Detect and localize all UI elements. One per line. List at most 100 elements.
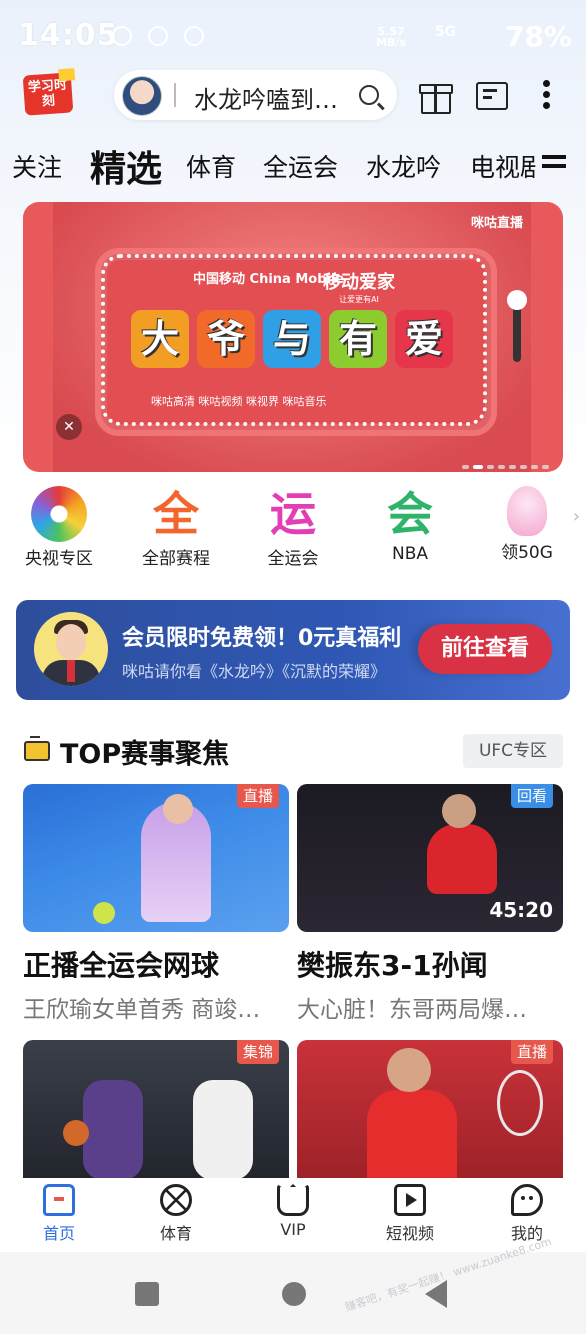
player-head bbox=[163, 794, 193, 824]
category-label: 全部赛程 bbox=[142, 549, 210, 569]
ufc-zone-link[interactable]: UFC专区 bbox=[463, 734, 563, 768]
promo-avatar bbox=[34, 612, 108, 686]
card-thumbnail: 集锦 bbox=[23, 1040, 289, 1178]
tab-national-games[interactable]: 全运会 bbox=[263, 148, 338, 184]
card-thumbnail: 直播 bbox=[297, 1040, 563, 1178]
nav-label: VIP bbox=[280, 1220, 306, 1239]
mute-icon[interactable]: ✕ bbox=[56, 414, 82, 440]
more-menu-icon[interactable] bbox=[540, 78, 574, 112]
card-title: 樊振东3-1孙闻 bbox=[297, 949, 488, 982]
banner-brand-left: 中国移动 China Mobile bbox=[193, 272, 345, 287]
player-figure bbox=[367, 1090, 457, 1178]
network-speed: 5.57 MB/s bbox=[376, 26, 406, 48]
category-label: NBA bbox=[391, 544, 428, 564]
badminton-racket bbox=[497, 1070, 543, 1136]
timer-icon bbox=[184, 26, 204, 46]
recent-apps-button[interactable] bbox=[135, 1282, 159, 1306]
banner-tile: 爷 bbox=[197, 310, 255, 368]
category-schedule[interactable]: 全 全部赛程 bbox=[126, 486, 226, 569]
logo-flag-icon bbox=[58, 68, 76, 82]
player-head bbox=[442, 794, 476, 828]
nav-home[interactable]: 首页 bbox=[19, 1184, 99, 1244]
banner-partners: 咪咕高清 咪咕视频 咪视界 咪咕音乐 bbox=[151, 395, 327, 408]
vip-icon bbox=[277, 1184, 309, 1216]
banner-slider-knob bbox=[507, 290, 527, 310]
short-video-icon bbox=[394, 1184, 426, 1216]
banner-tile: 与 bbox=[263, 310, 321, 368]
event-card[interactable]: 回看 45:20 樊振东3-1孙闻 大心脏！东哥两局爆… bbox=[297, 784, 563, 1024]
player-figure bbox=[193, 1080, 253, 1178]
search-input[interactable]: 水龙吟嗑到… bbox=[194, 80, 354, 115]
player-figure bbox=[427, 824, 497, 894]
video-duration: 45:20 bbox=[489, 898, 553, 922]
tab-shui-long-yin[interactable]: 水龙吟 bbox=[366, 148, 441, 184]
signal-label: 5G bbox=[434, 24, 456, 40]
nba-icon: 会 bbox=[387, 487, 433, 541]
battery-level: 78% bbox=[504, 20, 572, 53]
alarm-icon bbox=[112, 26, 132, 46]
tab-featured[interactable]: 精选 bbox=[90, 140, 162, 192]
banner-tile: 大 bbox=[131, 310, 189, 368]
category-data-50g[interactable]: 领50G bbox=[477, 486, 577, 563]
category-national-games[interactable]: 运 全运会 bbox=[243, 486, 343, 569]
card-thumbnail: 直播 bbox=[23, 784, 289, 932]
nav-vip[interactable]: VIP bbox=[253, 1184, 333, 1239]
nav-label: 体育 bbox=[159, 1224, 192, 1243]
logo-text: 学习时刻 bbox=[27, 77, 68, 110]
net-speed-unit: MB/s bbox=[376, 36, 406, 49]
nav-sports[interactable]: 体育 bbox=[136, 1184, 216, 1244]
gift-icon[interactable] bbox=[418, 78, 453, 114]
highlights-badge: 集锦 bbox=[236, 1040, 279, 1064]
hero-banner[interactable]: 咪咕直播 中国移动 China Mobile 移动爱家 让爱更有AI 大 爷 与 … bbox=[23, 202, 563, 472]
banner-tile: 爱 bbox=[395, 310, 453, 368]
nav-profile[interactable]: 我的 bbox=[487, 1184, 567, 1244]
tab-follow[interactable]: 关注 bbox=[12, 148, 62, 184]
event-card[interactable]: 直播 bbox=[297, 1040, 563, 1178]
national-games-icon: 运 bbox=[270, 487, 316, 541]
tab-sports[interactable]: 体育 bbox=[186, 148, 236, 184]
search-divider bbox=[174, 83, 176, 107]
card-subtitle: 王欣瑜女单首秀 商竣… bbox=[23, 997, 261, 1023]
chevron-right-icon[interactable]: › bbox=[573, 506, 580, 527]
nav-label: 首页 bbox=[42, 1224, 75, 1243]
nav-short-video[interactable]: 短视频 bbox=[370, 1184, 450, 1244]
message-icon[interactable] bbox=[474, 78, 508, 112]
tennis-ball bbox=[93, 902, 115, 924]
player-figure bbox=[83, 1080, 143, 1178]
category-label: 全运会 bbox=[267, 549, 319, 569]
tv-icon bbox=[24, 736, 50, 761]
card-subtitle: 大心脏！东哥两局爆… bbox=[297, 997, 527, 1023]
home-icon bbox=[43, 1184, 75, 1216]
system-nav-bar: 赚客吧，有奖一起赚！ www.zuanke8.com bbox=[0, 1235, 586, 1334]
home-button[interactable] bbox=[282, 1282, 306, 1306]
category-cctv[interactable]: 央视专区 bbox=[9, 486, 109, 569]
event-card[interactable]: 直播 正播全运会网球 王欣瑜女单首秀 商竣… bbox=[23, 784, 289, 1024]
brand-right-text: 移动爱家 bbox=[323, 272, 395, 293]
section-title: TOP赛事聚焦 bbox=[60, 739, 230, 770]
profile-icon bbox=[511, 1184, 543, 1216]
tab-tv-series[interactable]: 电视剧 bbox=[470, 148, 536, 184]
status-bar: 14:05 5.57 MB/s 5G 78% bbox=[0, 0, 586, 72]
card-thumbnail: 回看 45:20 bbox=[297, 784, 563, 932]
avatar[interactable] bbox=[122, 76, 162, 116]
basketball-icon bbox=[160, 1184, 192, 1216]
promo-view-button[interactable]: 前往查看 bbox=[418, 624, 552, 674]
banner-brand-right: 移动爱家 让爱更有AI bbox=[323, 268, 395, 305]
category-label: 央视专区 bbox=[25, 549, 93, 569]
channel-tabs: 关注 精选 体育 全运会 水龙吟 电视剧 bbox=[0, 140, 586, 190]
mascot-icon bbox=[507, 486, 547, 536]
event-card[interactable]: 集锦 bbox=[23, 1040, 289, 1178]
category-nba[interactable]: 会 NBA bbox=[360, 486, 460, 564]
tab-menu-icon[interactable] bbox=[542, 155, 566, 175]
search-bar[interactable]: 水龙吟嗑到… bbox=[114, 70, 397, 120]
live-badge: 直播 bbox=[236, 784, 279, 808]
search-icon[interactable] bbox=[359, 85, 379, 105]
app-logo[interactable]: 学习时刻 bbox=[22, 68, 76, 116]
live-badge: 直播 bbox=[510, 1040, 553, 1064]
member-promo-banner[interactable]: 会员限时免费领！0元真福利 咪咕请你看《水龙吟》《沉默的荣耀》 前往查看 bbox=[16, 600, 570, 700]
bottom-nav: 首页 体育 VIP 短视频 我的 bbox=[0, 1178, 586, 1250]
promo-title: 会员限时免费领！0元真福利 bbox=[122, 626, 402, 651]
card-title: 正播全运会网球 bbox=[23, 949, 220, 982]
category-row: 央视专区 全 全部赛程 运 全运会 会 NBA 领50G bbox=[0, 486, 586, 569]
promo-subtitle: 咪咕请你看《水龙吟》《沉默的荣耀》 bbox=[122, 662, 387, 681]
